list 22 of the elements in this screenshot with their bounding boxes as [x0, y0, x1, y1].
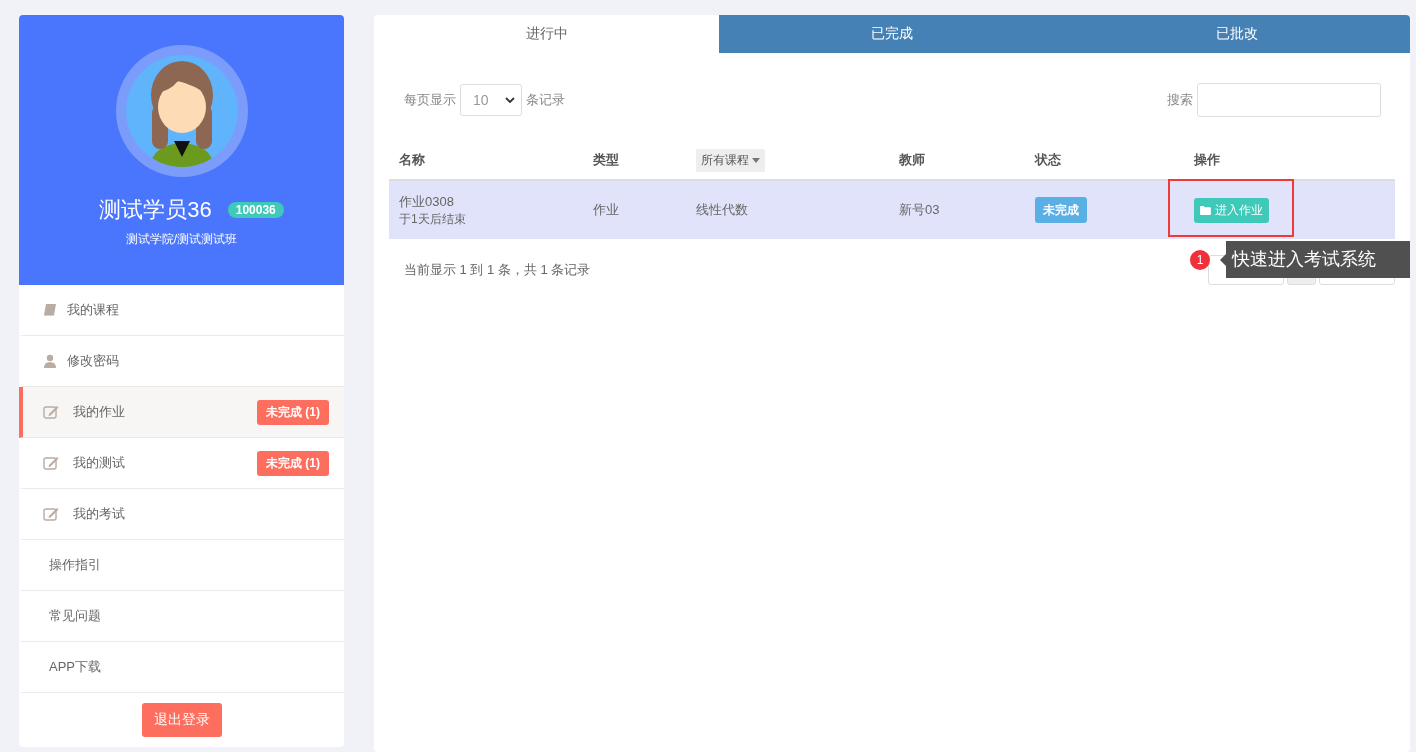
table-cell: 线性代数 [696, 202, 748, 217]
table-cell: 作业 [593, 202, 619, 217]
student-name: 测试学员36 [99, 196, 212, 224]
incomplete-badge: 未完成 (1) [257, 399, 329, 425]
column-header: 类型 [593, 152, 619, 167]
step-badge: 1 [1190, 249, 1210, 270]
guide-tooltip: 快速进入考试系统 [1226, 241, 1410, 278]
records-info: 当前显示 1 到 1 条，共 1 条记录 [404, 261, 591, 279]
records-label: 条记录 [526, 91, 565, 109]
column-header: 状态 [1035, 152, 1061, 167]
deadline-text: 于1天后结束 [399, 210, 467, 228]
class-name: 测试学院/测试测试班 [125, 231, 238, 248]
search-label: 搜索 [1167, 91, 1193, 109]
student-id-badge: 100036 [227, 202, 284, 218]
table-cell: 新号03 [899, 202, 940, 217]
column-header: 操作 [1194, 152, 1220, 167]
status-badge: 未完成 [1035, 196, 1087, 223]
assignment-name: 作业0308 [399, 192, 455, 211]
column-header: 名称 [399, 152, 425, 167]
column-header: 教师 [899, 152, 925, 167]
incomplete-badge: 未完成 (1) [257, 450, 329, 476]
per-page-label: 每页显示 [404, 91, 456, 109]
